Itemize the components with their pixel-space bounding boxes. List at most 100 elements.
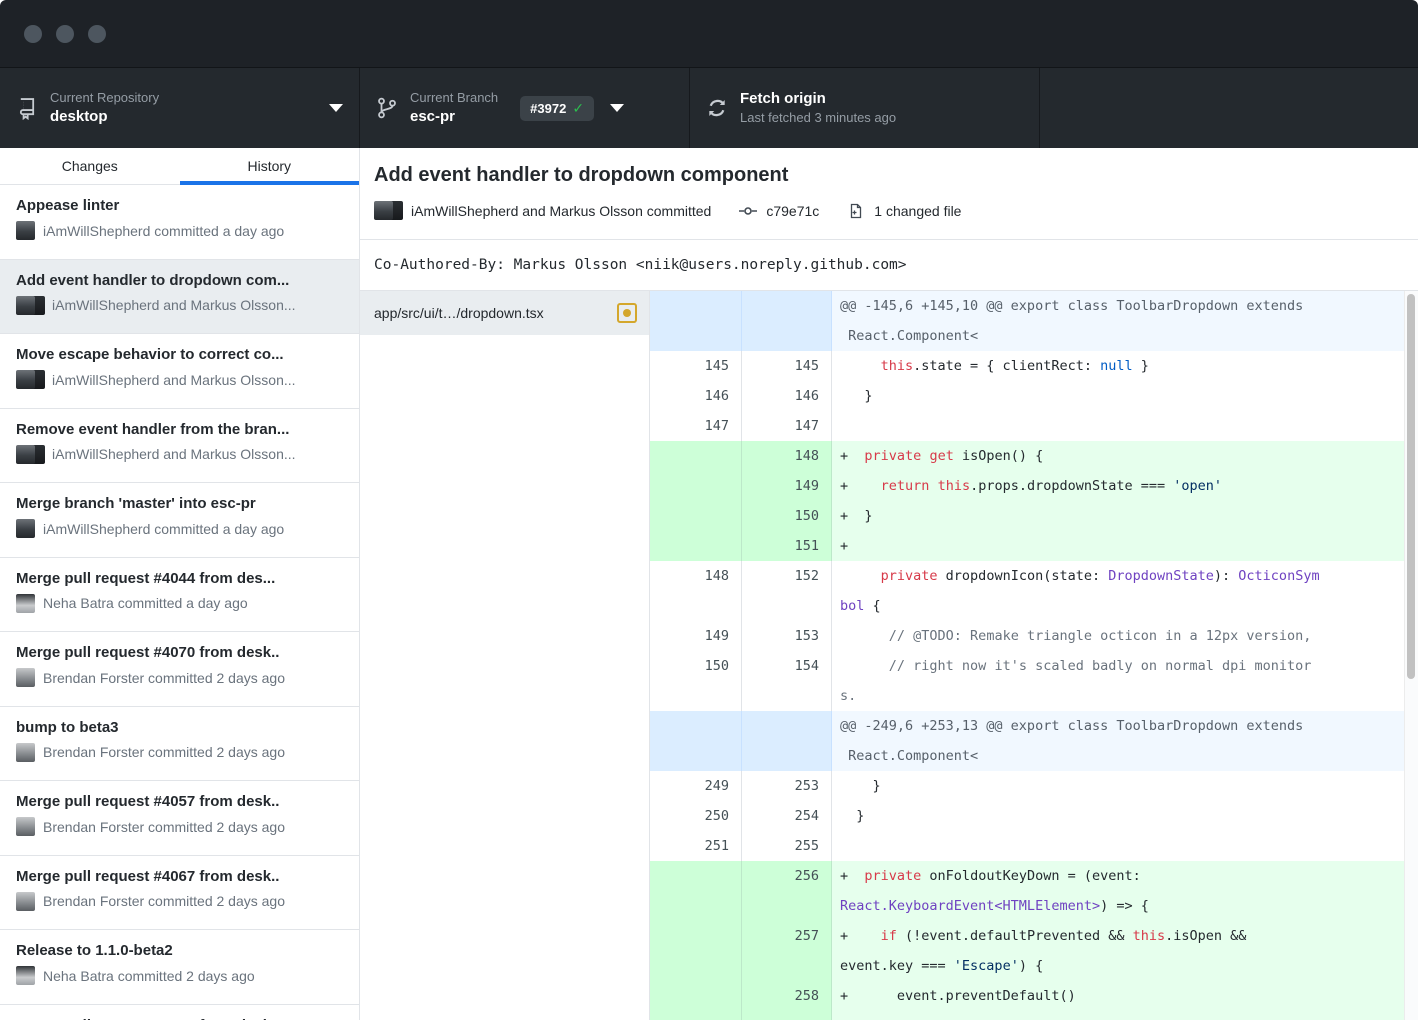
commit-list-item[interactable]: Merge pull request #4056 from desk..	[0, 1005, 359, 1020]
diff-context-line: 249253 }	[650, 771, 1404, 801]
diff-code-text: }	[832, 771, 1404, 801]
current-branch-value: esc-pr	[410, 107, 498, 127]
pr-status-badge: #3972 ✓	[520, 96, 594, 121]
old-line-number	[650, 291, 742, 351]
commit-list-item[interactable]: Release to 1.1.0-beta2Neha Batra committ…	[0, 930, 359, 1005]
avatar	[16, 668, 35, 687]
old-line-number: 251	[650, 831, 742, 861]
chevron-down-icon	[329, 104, 343, 112]
commit-list-item[interactable]: Merge branch 'master' into esc-priAmWill…	[0, 483, 359, 558]
commit-list-meta: Brendan Forster committed 2 days ago	[16, 817, 345, 836]
new-line-number: 256	[742, 861, 832, 921]
commit-list-item[interactable]: Add event handler to dropdown com...iAmW…	[0, 260, 359, 335]
commit-list-title: Remove event handler from the bran...	[16, 421, 345, 438]
commit-list-title: bump to beta3	[16, 719, 345, 736]
toolbar-spacer	[1040, 68, 1418, 148]
commit-description: Co-Authored-By: Markus Olsson <niik@user…	[360, 240, 1418, 291]
old-line-number	[650, 861, 742, 921]
commit-detail-panel: Add event handler to dropdown component …	[360, 148, 1418, 1020]
file-path: app/src/ui/t…/dropdown.tsx	[374, 305, 617, 321]
file-list-item[interactable]: app/src/ui/t…/dropdown.tsx	[360, 291, 649, 335]
avatar-stack	[16, 296, 44, 315]
new-line-number: 146	[742, 381, 832, 411]
diff-code-text: + this.props.onDropdownStateChanged('clo…	[832, 1011, 1404, 1020]
commit-list-title: Release to 1.1.0-beta2	[16, 942, 345, 959]
diff-area: app/src/ui/t…/dropdown.tsx @@ -145,6 +14…	[360, 291, 1418, 1020]
new-line-number: 147	[742, 411, 832, 441]
current-repository-value: desktop	[50, 107, 159, 127]
commit-list-item[interactable]: Remove event handler from the bran...iAm…	[0, 409, 359, 484]
commit-committers: iAmWillShepherd and Markus Olsson commit…	[411, 203, 711, 219]
commit-list-meta: Brendan Forster committed 2 days ago	[16, 668, 345, 687]
history-sidebar: Changes History Appease linteriAmWillShe…	[0, 148, 360, 1020]
old-line-number: 150	[650, 651, 742, 711]
avatar	[16, 594, 35, 613]
new-line-number: 149	[742, 471, 832, 501]
avatar	[16, 370, 35, 389]
current-repository-button[interactable]: Current Repository desktop	[0, 68, 360, 148]
commit-author-line: iAmWillShepherd and Markus Olsson...	[52, 297, 296, 313]
diff-added-line: 258+ event.preventDefault()	[650, 981, 1404, 1011]
avatar	[16, 743, 35, 762]
commit-list-item[interactable]: bump to beta3Brendan Forster committed 2…	[0, 707, 359, 782]
pr-number: #3972	[530, 101, 566, 116]
commit-list-item[interactable]: Merge pull request #4057 from desk..Bren…	[0, 781, 359, 856]
new-line-number: 258	[742, 981, 832, 1011]
diff-code-text: +	[832, 531, 1404, 561]
current-branch-button[interactable]: Current Branch esc-pr #3972 ✓	[360, 68, 690, 148]
commit-author-line: Brendan Forster committed 2 days ago	[43, 819, 285, 835]
diff-context-line: 149153 // @TODO: Remake triangle octicon…	[650, 621, 1404, 651]
current-repository-label: Current Repository	[50, 89, 159, 107]
commit-list-title: Merge pull request #4070 from desk..	[16, 644, 345, 661]
diff-code-text: }	[832, 801, 1404, 831]
diff-context-line: 251255	[650, 831, 1404, 861]
chevron-down-icon	[610, 104, 624, 112]
commit-list-title: Move escape behavior to correct co...	[16, 346, 345, 363]
github-desktop-window: Current Repository desktop Current Branc…	[0, 0, 1418, 1020]
commit-sha[interactable]: c79e71c	[766, 203, 819, 219]
diff-added-line: 257+ if (!event.defaultPrevented && this…	[650, 921, 1404, 981]
window-minimize-button[interactable]	[56, 25, 74, 43]
git-branch-icon	[376, 96, 398, 120]
diff-hunk-header: @@ -249,6 +253,13 @@ export class Toolba…	[650, 711, 1404, 771]
old-line-number: 145	[650, 351, 742, 381]
window-zoom-button[interactable]	[88, 25, 106, 43]
diff-code-text: @@ -145,6 +145,10 @@ export class Toolba…	[832, 291, 1404, 351]
window-close-button[interactable]	[24, 25, 42, 43]
commit-list-item[interactable]: Appease linteriAmWillShepherd committed …	[0, 185, 359, 260]
new-line-number: 253	[742, 771, 832, 801]
commit-list-item[interactable]: Merge pull request #4067 from desk..Bren…	[0, 856, 359, 931]
commit-author-line: Neha Batra committed a day ago	[43, 595, 248, 611]
diff-added-line: 259+ this.props.onDropdownStateChanged('…	[650, 1011, 1404, 1020]
new-line-number: 150	[742, 501, 832, 531]
commit-list-meta: iAmWillShepherd and Markus Olsson...	[16, 296, 345, 315]
diff-code-text: private dropdownIcon(state: DropdownStat…	[832, 561, 1404, 621]
sync-icon	[706, 96, 728, 120]
diff-code-text: this.state = { clientRect: null }	[832, 351, 1404, 381]
old-line-number: 250	[650, 801, 742, 831]
diff-added-line: 149+ return this.props.dropdownState ===…	[650, 471, 1404, 501]
commit-list-title: Merge pull request #4056 from desk..	[16, 1017, 345, 1020]
diff-code-text: // @TODO: Remake triangle octicon in a 1…	[832, 621, 1404, 651]
diff-code-text: + if (!event.defaultPrevented && this.is…	[832, 921, 1404, 981]
commit-list-item[interactable]: Merge pull request #4044 from des...Neha…	[0, 558, 359, 633]
old-line-number	[650, 981, 742, 1011]
diff-code-text: + return this.props.dropdownState === 'o…	[832, 471, 1404, 501]
diff-added-line: 148+ private get isOpen() {	[650, 441, 1404, 471]
tab-changes[interactable]: Changes	[0, 148, 180, 184]
new-line-number: 148	[742, 441, 832, 471]
new-line-number: 259	[742, 1011, 832, 1020]
commit-list-item[interactable]: Merge pull request #4070 from desk.. Bren…	[0, 632, 359, 707]
commit-author-line: Brendan Forster committed 2 days ago	[43, 670, 285, 686]
diff-code-text: + }	[832, 501, 1404, 531]
commit-list-item[interactable]: Move escape behavior to correct co...iAm…	[0, 334, 359, 409]
scrollbar-thumb[interactable]	[1407, 294, 1415, 679]
fetch-origin-button[interactable]: Fetch origin Last fetched 3 minutes ago	[690, 68, 1040, 148]
commit-list-title: Merge pull request #4067 from desk..	[16, 868, 345, 885]
avatar	[16, 519, 35, 538]
diff-code-text: }	[832, 381, 1404, 411]
tab-history[interactable]: History	[180, 148, 360, 184]
new-line-number: 151	[742, 531, 832, 561]
diff-context-line: 250254 }	[650, 801, 1404, 831]
old-line-number	[650, 501, 742, 531]
